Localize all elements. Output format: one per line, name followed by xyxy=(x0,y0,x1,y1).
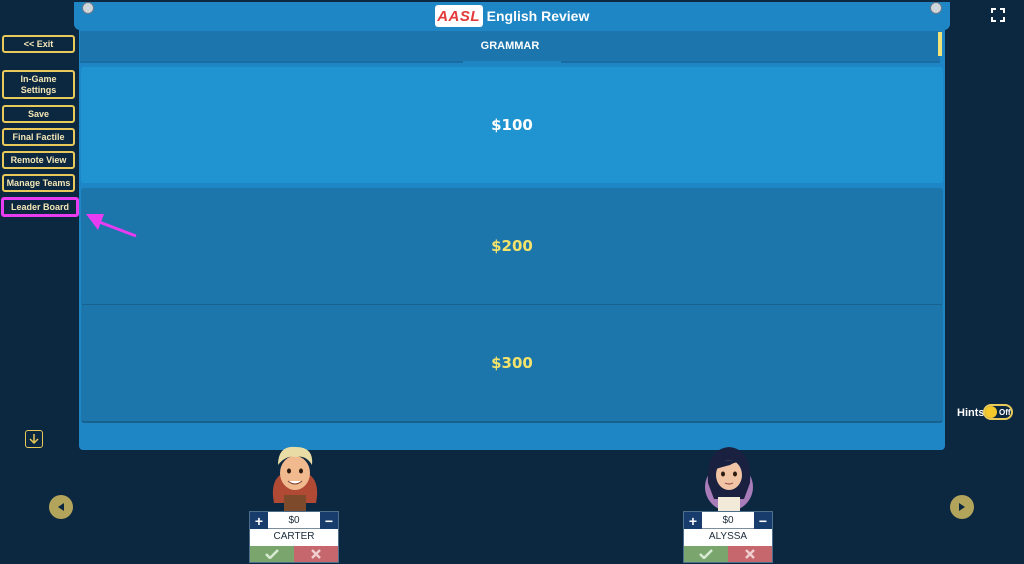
remote-view-button[interactable]: Remote View xyxy=(2,151,75,169)
player-card-carter: + $0 − CARTER xyxy=(249,511,339,563)
player-name: ALYSSA xyxy=(708,531,748,542)
in-game-settings-button[interactable]: In-Game Settings xyxy=(2,70,75,99)
hints-state: Off xyxy=(999,408,1011,417)
increase-score-button[interactable]: + xyxy=(684,512,702,529)
player-name: CARTER xyxy=(273,531,315,542)
carter-avatar xyxy=(272,446,318,513)
close-icon xyxy=(311,549,321,559)
tile-300[interactable]: $300 xyxy=(81,305,943,423)
save-button[interactable]: Save xyxy=(2,105,75,123)
prev-button[interactable] xyxy=(49,495,73,519)
check-icon xyxy=(265,549,279,559)
leader-board-button[interactable]: Leader Board xyxy=(1,197,79,217)
manage-teams-button[interactable]: Manage Teams xyxy=(2,174,75,192)
next-button[interactable] xyxy=(950,495,974,519)
player-card-alyssa: + $0 − ALYSSA xyxy=(683,511,773,563)
increase-score-button[interactable]: + xyxy=(250,512,268,529)
player-score: $0 xyxy=(268,512,320,529)
triangle-right-icon xyxy=(959,503,965,511)
final-factile-button[interactable]: Final Factile xyxy=(2,128,75,146)
decrease-score-button[interactable]: − xyxy=(320,512,338,529)
arrow-down-icon xyxy=(29,434,39,445)
correct-button[interactable] xyxy=(250,546,294,562)
alyssa-avatar xyxy=(705,447,753,513)
hints-label: Hints xyxy=(957,407,985,419)
tile-100-value: $100 xyxy=(491,116,533,134)
game-title: English Review xyxy=(486,8,590,24)
pointer-arrow-icon xyxy=(86,214,137,238)
fullscreen-icon[interactable] xyxy=(991,8,1005,22)
bolt-icon xyxy=(82,2,94,14)
aasl-logo: AASL xyxy=(434,5,483,27)
player-score: $0 xyxy=(702,512,754,529)
category-marker xyxy=(938,32,942,56)
incorrect-button[interactable] xyxy=(294,546,338,562)
category-tab xyxy=(463,61,561,65)
tile-100[interactable]: $100 xyxy=(81,67,943,183)
check-icon xyxy=(699,549,713,559)
scroll-down-button[interactable] xyxy=(25,430,43,448)
decrease-score-button[interactable]: − xyxy=(754,512,772,529)
tile-200-value: $200 xyxy=(491,237,533,255)
tile-200[interactable]: $200 xyxy=(81,188,943,306)
tile-300-value: $300 xyxy=(491,354,533,372)
bolt-icon xyxy=(930,2,942,14)
exit-button[interactable]: << Exit xyxy=(2,35,75,53)
category-header: GRAMMAR xyxy=(80,31,940,63)
close-icon xyxy=(745,549,755,559)
hints-toggle-knob xyxy=(985,406,997,418)
game-header: AASL English Review xyxy=(74,2,950,30)
correct-button[interactable] xyxy=(684,546,728,562)
incorrect-button[interactable] xyxy=(728,546,772,562)
triangle-left-icon xyxy=(58,503,64,511)
